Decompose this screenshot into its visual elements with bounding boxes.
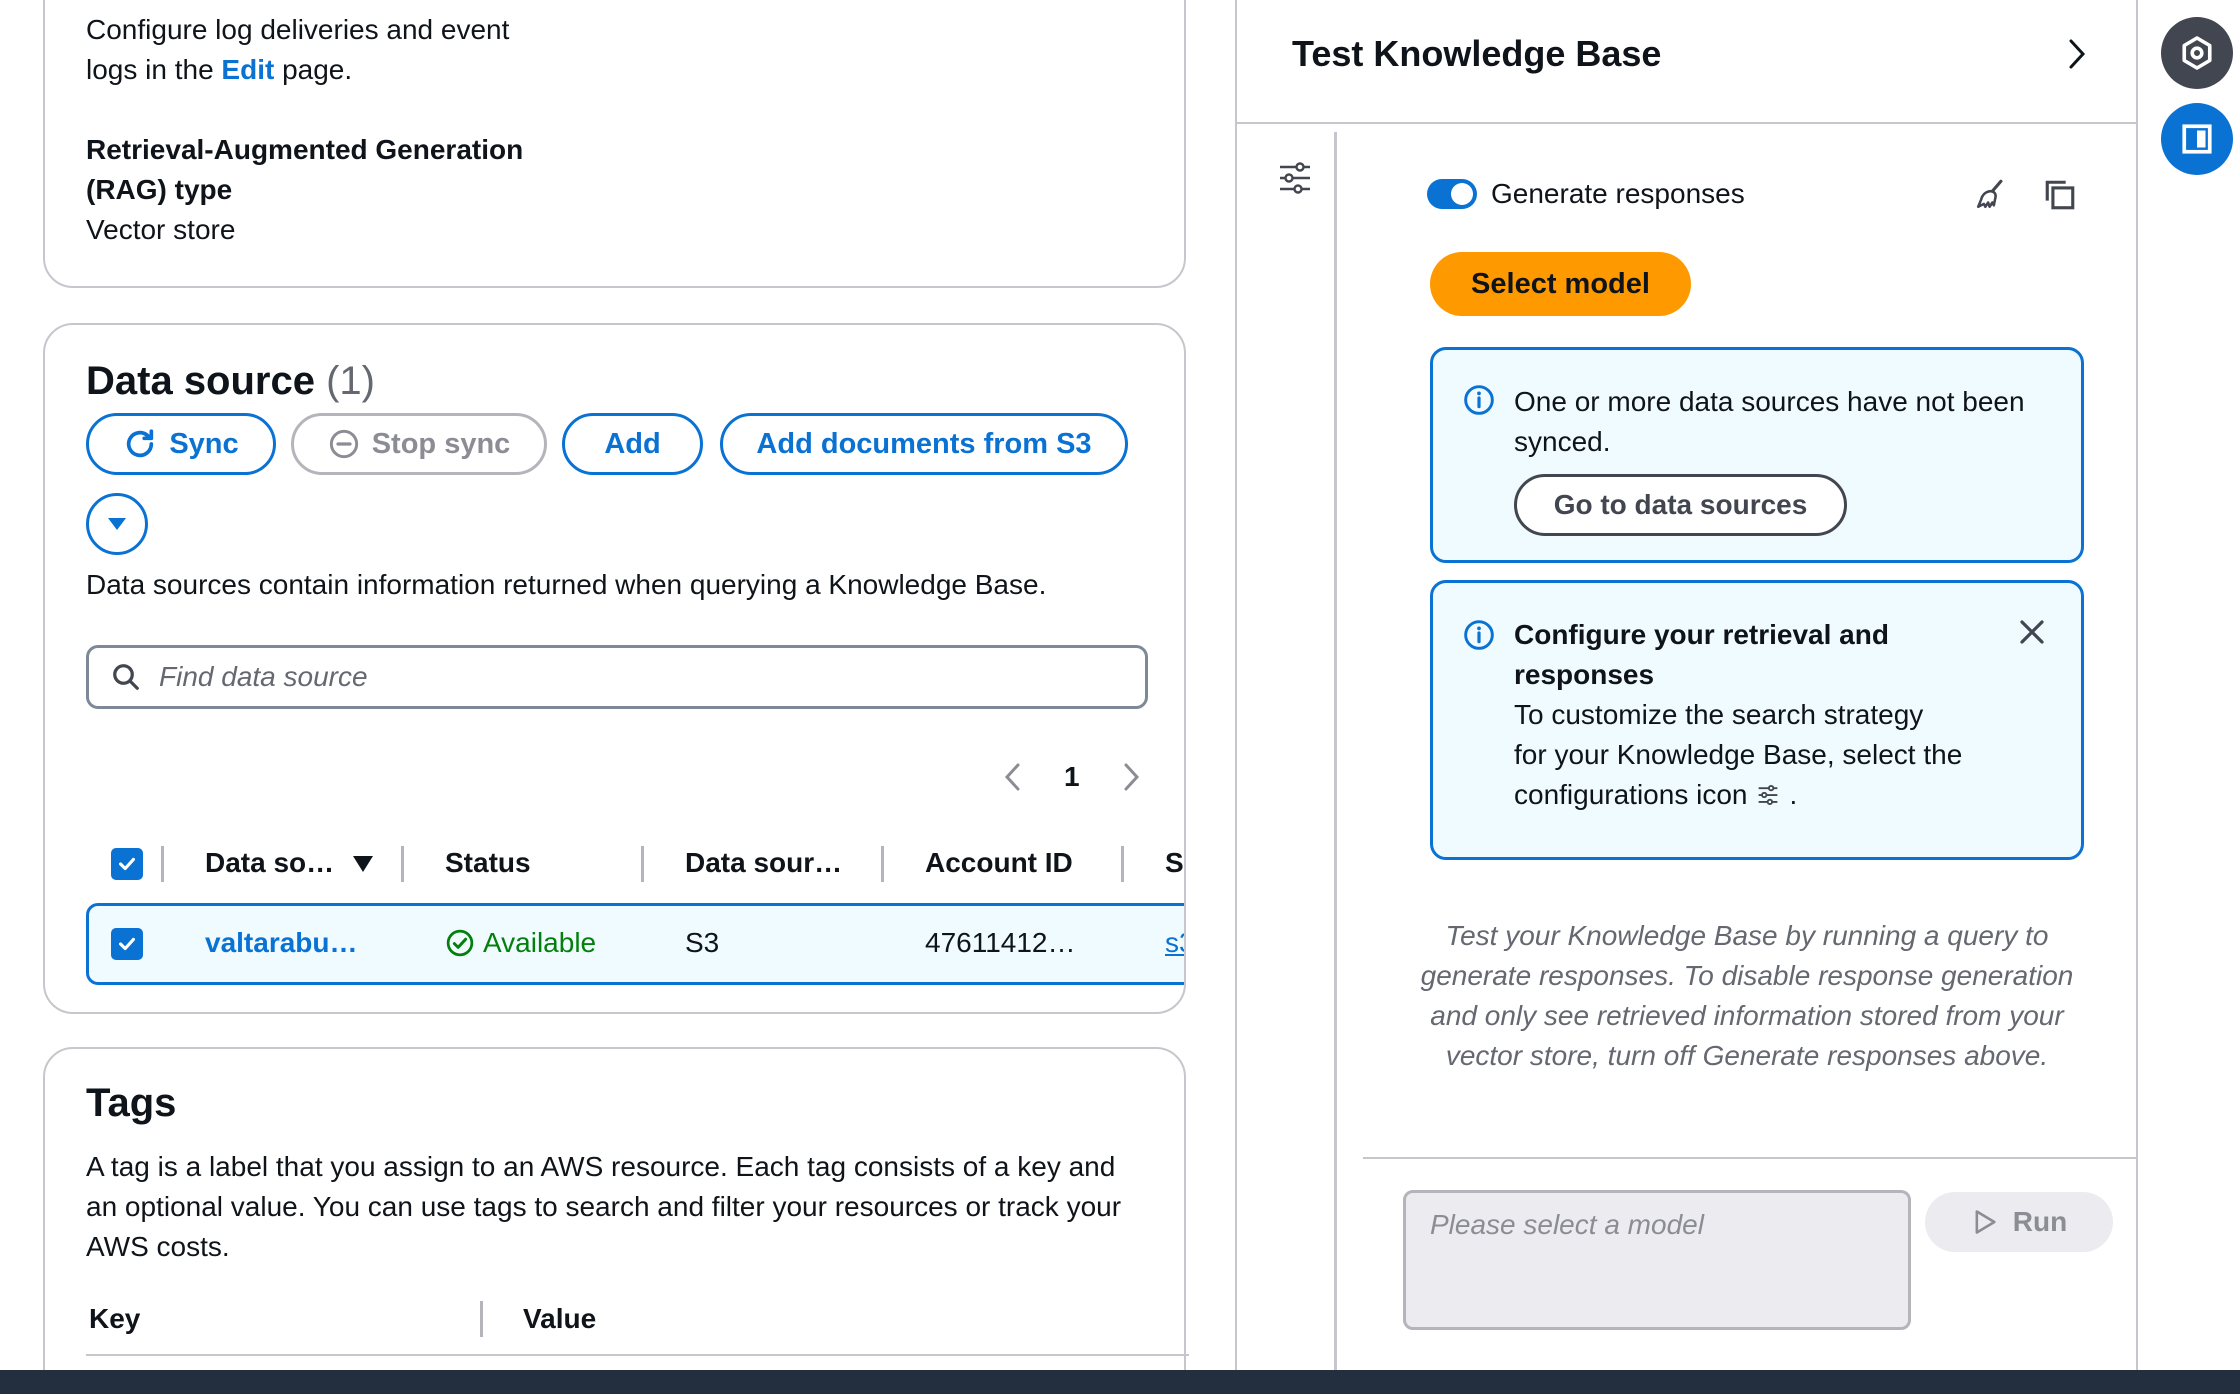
row-checkbox[interactable] xyxy=(111,928,143,960)
generate-responses-toggle[interactable] xyxy=(1427,179,1477,209)
copy-icon[interactable] xyxy=(2043,178,2077,212)
column-header-type[interactable]: Data sour… xyxy=(685,843,842,883)
more-actions-dropdown[interactable] xyxy=(86,493,148,555)
column-divider xyxy=(401,846,404,882)
prompt-placeholder: Please select a model xyxy=(1430,1209,1704,1240)
data-source-count: (1) xyxy=(326,359,375,403)
split-panel-icon-button[interactable] xyxy=(2161,103,2233,175)
sync-button[interactable]: Sync xyxy=(86,413,276,475)
tags-title: Tags xyxy=(86,1081,177,1125)
column-header-name[interactable]: Data so… xyxy=(205,843,334,883)
rag-type-label-line2: (RAG) type xyxy=(86,174,233,205)
chevron-right-icon[interactable] xyxy=(2067,38,2087,70)
column-divider xyxy=(1121,846,1124,882)
overview-card: Configure log deliveries and event logs … xyxy=(43,0,1186,288)
page-footer xyxy=(0,1370,2240,1394)
tags-description-line1: A tag is a label that you assign to an A… xyxy=(86,1151,1116,1182)
select-model-button[interactable]: Select model xyxy=(1430,252,1691,316)
chevron-right-icon[interactable] xyxy=(1120,762,1142,792)
success-check-icon xyxy=(446,929,474,957)
column-header-key: Key xyxy=(89,1303,141,1334)
tags-card: Tags A tag is a label that you assign to… xyxy=(43,1047,1189,1394)
go-to-data-sources-button[interactable]: Go to data sources xyxy=(1514,474,1847,536)
info-icon xyxy=(1464,385,1494,415)
chevron-left-icon[interactable] xyxy=(1002,762,1024,792)
column-divider xyxy=(641,846,644,882)
column-divider xyxy=(480,1301,483,1337)
edit-link[interactable]: Edit xyxy=(221,54,274,85)
generate-responses-label: Generate responses xyxy=(1491,178,1745,209)
hexagon-icon xyxy=(2182,36,2212,70)
tags-description-line2: an optional value. You can use tags to s… xyxy=(86,1191,1122,1222)
alert-body-line2: for your Knowledge Base, select the xyxy=(1514,739,1963,770)
column-divider xyxy=(161,846,164,882)
checkmark-icon xyxy=(119,937,135,951)
panel-header-divider xyxy=(1237,122,2136,124)
column-header-source[interactable]: Sc xyxy=(1165,843,1184,883)
caret-down-icon xyxy=(108,518,126,530)
page-number[interactable]: 1 xyxy=(1064,761,1080,793)
sort-descending-icon[interactable] xyxy=(352,855,374,873)
status-cell: Available xyxy=(445,923,596,963)
search-icon xyxy=(113,664,139,690)
search-placeholder: Find data source xyxy=(159,661,368,692)
column-header-status[interactable]: Status xyxy=(445,843,531,883)
stop-circle-icon xyxy=(329,429,358,459)
rag-type-label-line1: Retrieval-Augmented Generation xyxy=(86,134,524,165)
clear-brush-icon[interactable] xyxy=(1974,176,2008,212)
split-panel-icon xyxy=(2182,124,2212,154)
panel-title: Test Knowledge Base xyxy=(1292,33,1662,74)
not-synced-alert: One or more data sources have not been s… xyxy=(1430,347,2084,563)
panel-vertical-divider xyxy=(1334,132,1337,1394)
assistant-icon[interactable] xyxy=(2161,17,2233,89)
data-source-name-link[interactable]: valtarabu… xyxy=(205,923,358,963)
stop-sync-button[interactable]: Stop sync xyxy=(291,413,547,475)
checkmark-icon xyxy=(119,857,135,871)
column-header-value: Value xyxy=(523,1303,597,1334)
alert-title-line1: Configure your retrieval and xyxy=(1514,619,1889,650)
data-source-search[interactable]: Find data source xyxy=(86,645,1148,709)
type-cell: S3 xyxy=(685,927,720,958)
add-documents-button[interactable]: Add documents from S3 xyxy=(720,413,1128,475)
tags-description-line3: AWS costs. xyxy=(86,1231,230,1262)
account-id-cell: 47611412… xyxy=(925,927,1076,958)
info-icon xyxy=(1464,620,1494,650)
alert-text-line1: One or more data sources have not been xyxy=(1514,386,2025,417)
data-source-card: Data source (1) Sync Stop sync Add Add d… xyxy=(43,323,1186,1014)
logs-text-line1: Configure log deliveries and event xyxy=(86,14,510,45)
column-divider xyxy=(881,846,884,882)
alert-title-line2: responses xyxy=(1514,659,1655,690)
run-button[interactable]: Run xyxy=(1925,1192,2113,1252)
alert-body-line3: configurations icon . xyxy=(1514,779,1798,810)
test-note: Test your Knowledge Base by running a qu… xyxy=(1420,920,2074,1071)
configurations-icon xyxy=(1759,785,1778,805)
alert-body-line1: To customize the search strategy xyxy=(1514,699,1924,730)
input-divider xyxy=(1363,1157,2138,1159)
table-divider xyxy=(86,1354,1189,1356)
test-knowledge-base-panel: Test Knowledge Base Generate responses S… xyxy=(1235,0,2138,1394)
logs-text-line2: logs in the Edit page. xyxy=(86,54,353,85)
alert-text-line2: synced. xyxy=(1514,426,1611,457)
source-link[interactable]: s3 xyxy=(1165,923,1184,963)
play-icon xyxy=(1975,1210,1996,1234)
select-all-checkbox[interactable] xyxy=(111,848,143,880)
rag-type-value: Vector store xyxy=(86,214,236,245)
column-header-account-id[interactable]: Account ID xyxy=(925,843,1073,883)
add-button[interactable]: Add xyxy=(562,413,703,475)
configure-retrieval-alert: Configure your retrieval and responses T… xyxy=(1430,580,2084,860)
configurations-icon[interactable] xyxy=(1278,162,1312,194)
data-source-description: Data sources contain information returne… xyxy=(86,569,1047,600)
table-row[interactable]: valtarabu… Available S3 47611412… s3 xyxy=(86,903,1184,985)
pagination: 1 xyxy=(1002,761,1142,793)
prompt-input[interactable]: Please select a model xyxy=(1403,1190,1911,1330)
refresh-icon xyxy=(127,429,154,458)
close-icon[interactable] xyxy=(2017,617,2047,647)
data-source-heading: Data source (1) xyxy=(86,359,375,403)
